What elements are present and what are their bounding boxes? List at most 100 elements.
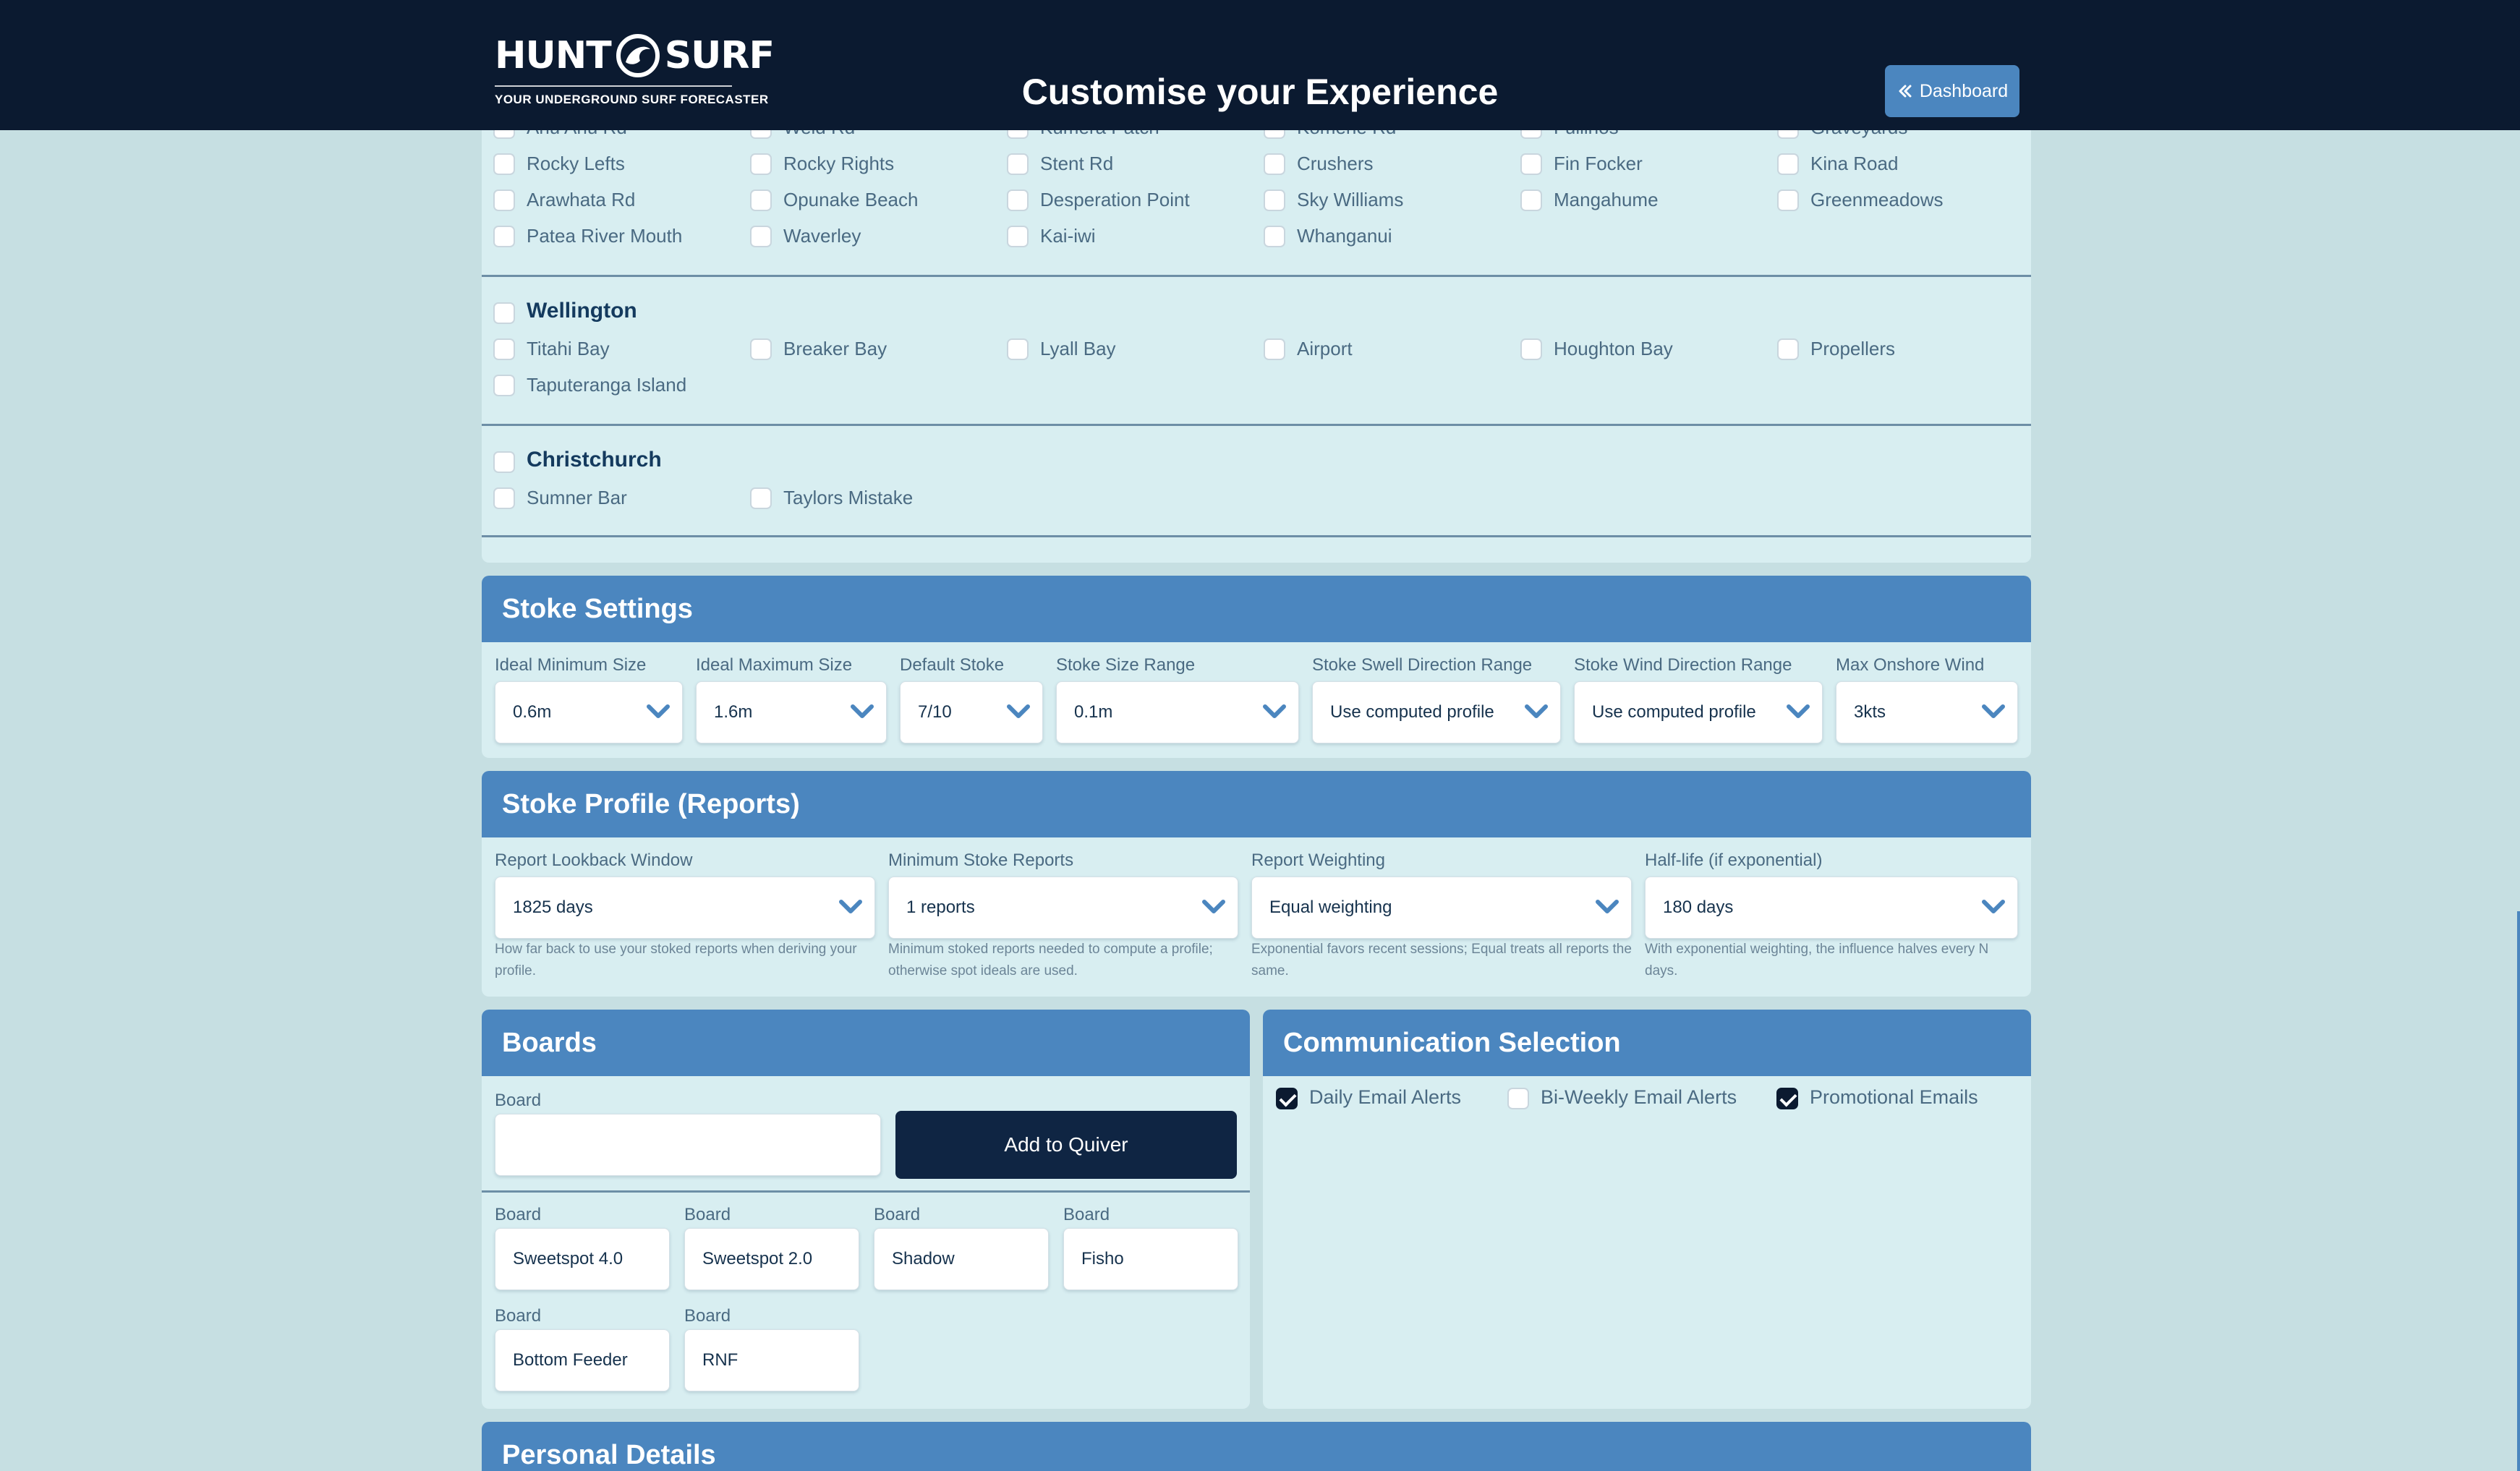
spot-taputeranga-island-checkbox[interactable] xyxy=(493,375,515,396)
divider xyxy=(482,424,2031,426)
spot-rocky-lefts-checkbox[interactable] xyxy=(493,153,515,175)
spot-kina-road-label: Kina Road xyxy=(1810,153,1899,174)
stoke-swell-direction-range-select[interactable]: Use computed profile xyxy=(1312,681,1561,743)
divider xyxy=(482,275,2031,277)
max-onshore-wind-label: Max Onshore Wind xyxy=(1836,655,1985,675)
spot-stent-rd-checkbox[interactable] xyxy=(1007,153,1029,175)
minimum-stoke-reports-value: 1 reports xyxy=(906,897,975,917)
stoke-wind-direction-range-value: Use computed profile xyxy=(1592,702,1756,722)
new-board-label: Board xyxy=(495,1091,542,1110)
report-lookback-window-select[interactable]: 1825 days xyxy=(495,877,875,939)
stoke-wind-direction-range-label: Stoke Wind Direction Range xyxy=(1574,655,1792,675)
region-label-wellington: Wellington xyxy=(527,299,637,323)
spot-breaker-bay-checkbox[interactable] xyxy=(750,338,772,360)
spot-arawhata-rd-label: Arawhata Rd xyxy=(527,189,636,210)
spot-kina-road-checkbox[interactable] xyxy=(1777,153,1799,175)
personal-details-title: Personal Details xyxy=(482,1422,2031,1471)
spot-greenmeadows-checkbox[interactable] xyxy=(1777,189,1799,211)
report-lookback-window-help-text: How far back to use your stoked reports … xyxy=(495,942,857,978)
ideal-minimum-size-value: 0.6m xyxy=(513,702,552,722)
spot-mangahume-checkbox[interactable] xyxy=(1520,189,1542,211)
stoke-wind-direction-range-select[interactable]: Use computed profile xyxy=(1574,681,1823,743)
report-weighting-select[interactable]: Equal weighting xyxy=(1251,877,1632,939)
spot-desperation-point-label: Desperation Point xyxy=(1040,189,1190,210)
ideal-maximum-size-select[interactable]: 1.6m xyxy=(696,681,887,743)
region-checkbox-wellington[interactable] xyxy=(493,302,515,324)
spot-lyall-bay-checkbox[interactable] xyxy=(1007,338,1029,360)
spot-sumner-bar-label: Sumner Bar xyxy=(527,487,627,508)
board-input-sweetspot-2-0[interactable]: Sweetspot 2.0 xyxy=(684,1228,859,1290)
ideal-maximum-size-value: 1.6m xyxy=(714,702,753,722)
spot-houghton-bay-checkbox[interactable] xyxy=(1520,338,1542,360)
spot-sumner-bar-checkbox[interactable] xyxy=(493,487,515,509)
spot-selection-panel: Ahu Ahu RdWeld RdKumera PatchKomene RdFu… xyxy=(482,108,2031,563)
stoke-settings-title: Stoke Settings xyxy=(482,576,2031,642)
spot-opunake-beach-checkbox[interactable] xyxy=(750,189,772,211)
spot-propellers-checkbox[interactable] xyxy=(1777,338,1799,360)
report-weighting-value: Equal weighting xyxy=(1269,897,1392,917)
minimum-stoke-reports-select[interactable]: 1 reports xyxy=(888,877,1238,939)
page-title: Customise your Experience xyxy=(1021,72,1499,112)
board-input-rnf[interactable]: RNF xyxy=(684,1329,859,1391)
dashboard-button[interactable]: Dashboard xyxy=(1885,65,2019,117)
board-input-fisho[interactable]: Fisho xyxy=(1063,1228,1238,1290)
spot-patea-river-mouth-checkbox[interactable] xyxy=(493,226,515,247)
report-weighting-label: Report Weighting xyxy=(1251,850,1385,870)
stoke-swell-direction-range-label: Stoke Swell Direction Range xyxy=(1312,655,1533,675)
add-to-quiver-button[interactable]: Add to Quiver xyxy=(895,1111,1237,1179)
spot-titahi-bay-label: Titahi Bay xyxy=(527,338,610,359)
default-stoke-label: Default Stoke xyxy=(900,655,1005,675)
spot-propellers-label: Propellers xyxy=(1810,338,1896,359)
daily-email-alerts-checkbox[interactable] xyxy=(1276,1088,1298,1109)
chevron-down-icon xyxy=(1982,704,2005,718)
region-checkbox-christchurch[interactable] xyxy=(493,451,515,473)
spot-crushers-label: Crushers xyxy=(1297,153,1374,174)
spot-arawhata-rd-checkbox[interactable] xyxy=(493,189,515,211)
top-navbar: HUNT SURF YOUR UNDERGROUND SURF FORECAST… xyxy=(0,0,2520,130)
boards-panel: Boards Board Add to Quiver Board Sweetspo… xyxy=(482,1010,1250,1409)
divider xyxy=(482,535,2031,537)
stoke-size-range-label: Stoke Size Range xyxy=(1056,655,1196,675)
spot-houghton-bay-label: Houghton Bay xyxy=(1554,338,1673,359)
chevron-down-icon xyxy=(1596,900,1619,913)
promotional-emails-checkbox[interactable] xyxy=(1776,1088,1798,1109)
report-lookback-window-value: 1825 days xyxy=(513,897,593,917)
spot-crushers-checkbox[interactable] xyxy=(1264,153,1285,175)
spot-airport-label: Airport xyxy=(1297,338,1353,359)
scrollbar-thumb[interactable] xyxy=(2517,911,2520,1471)
spot-kai-iwi-checkbox[interactable] xyxy=(1007,226,1029,247)
personal-details-panel: Personal Details xyxy=(482,1422,2031,1471)
ideal-minimum-size-select[interactable]: 0.6m xyxy=(495,681,683,743)
stoke-size-range-value: 0.1m xyxy=(1074,702,1113,722)
stoke-settings-panel: Stoke Settings Ideal Minimum Size 0.6m Ide… xyxy=(482,576,2031,758)
spot-patea-river-mouth-label: Patea River Mouth xyxy=(527,225,683,247)
stoke-size-range-select[interactable]: 0.1m xyxy=(1056,681,1299,743)
spot-greenmeadows-label: Greenmeadows xyxy=(1810,189,1944,210)
stoke-profile-title: Stoke Profile (Reports) xyxy=(482,771,2031,837)
chevron-down-icon xyxy=(839,900,862,913)
spot-titahi-bay-checkbox[interactable] xyxy=(493,338,515,360)
spot-desperation-point-checkbox[interactable] xyxy=(1007,189,1029,211)
spot-taylors-mistake-checkbox[interactable] xyxy=(750,487,772,509)
spot-taylors-mistake-label: Taylors Mistake xyxy=(783,487,914,508)
spot-fin-focker-checkbox[interactable] xyxy=(1520,153,1542,175)
new-board-input[interactable] xyxy=(495,1114,881,1176)
spot-whanganui-checkbox[interactable] xyxy=(1264,226,1285,247)
half-life-if-exponential-select[interactable]: 180 days xyxy=(1645,877,2018,939)
board-input-bottom-feeder[interactable]: Bottom Feeder xyxy=(495,1329,670,1391)
spot-sky-williams-label: Sky Williams xyxy=(1297,189,1404,210)
spot-waverley-checkbox[interactable] xyxy=(750,226,772,247)
spot-rocky-rights-checkbox[interactable] xyxy=(750,153,772,175)
spot-mangahume-label: Mangahume xyxy=(1554,189,1659,210)
default-stoke-select[interactable]: 7/10 xyxy=(900,681,1043,743)
board-input-sweetspot-4-0[interactable]: Sweetspot 4.0 xyxy=(495,1228,670,1290)
max-onshore-wind-select[interactable]: 3kts xyxy=(1836,681,2018,743)
spot-fin-focker-label: Fin Focker xyxy=(1554,153,1643,174)
spot-sky-williams-checkbox[interactable] xyxy=(1264,189,1285,211)
spot-airport-checkbox[interactable] xyxy=(1264,338,1285,360)
bi-weekly-email-alerts-checkbox[interactable] xyxy=(1507,1088,1529,1109)
chevron-down-icon xyxy=(647,704,670,718)
board-input-shadow[interactable]: Shadow xyxy=(874,1228,1049,1290)
ideal-minimum-size-label: Ideal Minimum Size xyxy=(495,655,647,675)
boards-title: Boards xyxy=(482,1010,1250,1076)
